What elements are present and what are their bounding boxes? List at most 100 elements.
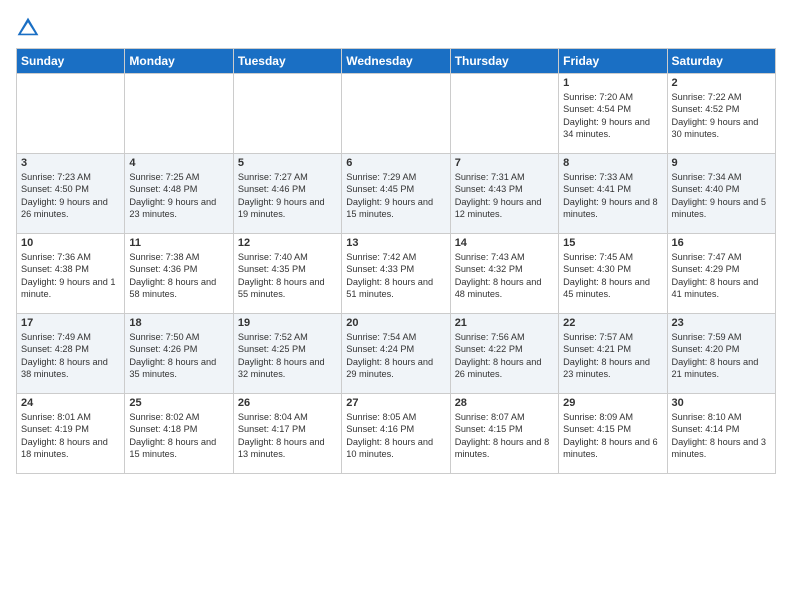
day-number: 8 <box>563 157 662 169</box>
day-number: 18 <box>129 317 228 329</box>
calendar-week-row: 24Sunrise: 8:01 AM Sunset: 4:19 PM Dayli… <box>17 394 776 474</box>
calendar-cell: 23 Sunrise: 7:59 AM Sunset: 4:20 PM Dayli… <box>667 314 775 394</box>
calendar-weekday-header: Monday <box>125 49 233 74</box>
day-number: 27 <box>346 397 445 409</box>
calendar-cell: 30 Sunrise: 8:10 AM Sunset: 4:14 PM Dayli… <box>667 394 775 474</box>
calendar-cell: 24Sunrise: 8:01 AM Sunset: 4:19 PM Dayli… <box>17 394 125 474</box>
calendar-cell: 25Sunrise: 8:02 AM Sunset: 4:18 PM Dayli… <box>125 394 233 474</box>
day-info: Sunrise: 7:40 AM Sunset: 4:35 PM Dayligh… <box>238 251 337 301</box>
day-info: Sunrise: 7:25 AM Sunset: 4:48 PM Dayligh… <box>129 171 228 221</box>
calendar-weekday-header: Thursday <box>450 49 558 74</box>
calendar-cell: 5 Sunrise: 7:27 AM Sunset: 4:46 PM Daylig… <box>233 154 341 234</box>
calendar-cell: 16Sunrise: 7:47 AM Sunset: 4:29 PM Dayli… <box>667 234 775 314</box>
day-number: 28 <box>455 397 554 409</box>
calendar-cell: 13 Sunrise: 7:42 AM Sunset: 4:33 PM Dayli… <box>342 234 450 314</box>
calendar-table: SundayMondayTuesdayWednesdayThursdayFrid… <box>16 48 776 474</box>
day-info: Sunrise: 8:04 AM Sunset: 4:17 PM Dayligh… <box>238 411 337 461</box>
calendar-cell: 15 Sunrise: 7:45 AM Sunset: 4:30 PM Dayli… <box>559 234 667 314</box>
day-number: 5 <box>238 157 337 169</box>
calendar-cell: 28 Sunrise: 8:07 AM Sunset: 4:15 PM Dayli… <box>450 394 558 474</box>
day-info: Sunrise: 7:59 AM Sunset: 4:20 PM Dayligh… <box>672 331 771 381</box>
day-info: Sunrise: 7:23 AM Sunset: 4:50 PM Dayligh… <box>21 171 120 221</box>
calendar-cell: 27 Sunrise: 8:05 AM Sunset: 4:16 PM Dayli… <box>342 394 450 474</box>
calendar-cell: 9 Sunrise: 7:34 AM Sunset: 4:40 PM Daylig… <box>667 154 775 234</box>
calendar-cell: 10 Sunrise: 7:36 AM Sunset: 4:38 PM Dayli… <box>17 234 125 314</box>
day-info: Sunrise: 8:02 AM Sunset: 4:18 PM Dayligh… <box>129 411 228 461</box>
day-info: Sunrise: 7:36 AM Sunset: 4:38 PM Dayligh… <box>21 251 120 301</box>
day-number: 13 <box>346 237 445 249</box>
calendar-week-row: 10 Sunrise: 7:36 AM Sunset: 4:38 PM Dayli… <box>17 234 776 314</box>
calendar-cell: 12 Sunrise: 7:40 AM Sunset: 4:35 PM Dayli… <box>233 234 341 314</box>
calendar-weekday-header: Friday <box>559 49 667 74</box>
day-info: Sunrise: 8:05 AM Sunset: 4:16 PM Dayligh… <box>346 411 445 461</box>
calendar-cell <box>342 74 450 154</box>
calendar-weekday-header: Saturday <box>667 49 775 74</box>
day-info: Sunrise: 7:54 AM Sunset: 4:24 PM Dayligh… <box>346 331 445 381</box>
calendar-cell: 21Sunrise: 7:56 AM Sunset: 4:22 PM Dayli… <box>450 314 558 394</box>
day-number: 1 <box>563 77 662 89</box>
calendar-cell: 22Sunrise: 7:57 AM Sunset: 4:21 PM Dayli… <box>559 314 667 394</box>
day-number: 15 <box>563 237 662 249</box>
day-number: 20 <box>346 317 445 329</box>
calendar-week-row: 1Sunrise: 7:20 AM Sunset: 4:54 PM Daylig… <box>17 74 776 154</box>
day-number: 4 <box>129 157 228 169</box>
calendar-cell: 14 Sunrise: 7:43 AM Sunset: 4:32 PM Dayli… <box>450 234 558 314</box>
day-number: 12 <box>238 237 337 249</box>
calendar-cell: 8 Sunrise: 7:33 AM Sunset: 4:41 PM Daylig… <box>559 154 667 234</box>
day-number: 3 <box>21 157 120 169</box>
logo-icon <box>16 16 40 40</box>
day-number: 24 <box>21 397 120 409</box>
calendar-cell: 29 Sunrise: 8:09 AM Sunset: 4:15 PM Dayli… <box>559 394 667 474</box>
day-number: 2 <box>672 77 771 89</box>
day-number: 29 <box>563 397 662 409</box>
day-number: 23 <box>672 317 771 329</box>
day-number: 30 <box>672 397 771 409</box>
day-info: Sunrise: 7:38 AM Sunset: 4:36 PM Dayligh… <box>129 251 228 301</box>
day-number: 11 <box>129 237 228 249</box>
calendar-cell: 2 Sunrise: 7:22 AM Sunset: 4:52 PM Daylig… <box>667 74 775 154</box>
calendar-cell: 19 Sunrise: 7:52 AM Sunset: 4:25 PM Dayli… <box>233 314 341 394</box>
day-info: Sunrise: 7:50 AM Sunset: 4:26 PM Dayligh… <box>129 331 228 381</box>
day-info: Sunrise: 8:09 AM Sunset: 4:15 PM Dayligh… <box>563 411 662 461</box>
calendar-cell <box>450 74 558 154</box>
day-info: Sunrise: 7:33 AM Sunset: 4:41 PM Dayligh… <box>563 171 662 221</box>
day-info: Sunrise: 7:52 AM Sunset: 4:25 PM Dayligh… <box>238 331 337 381</box>
calendar-cell: 18 Sunrise: 7:50 AM Sunset: 4:26 PM Dayli… <box>125 314 233 394</box>
day-info: Sunrise: 7:57 AM Sunset: 4:21 PM Dayligh… <box>563 331 662 381</box>
day-info: Sunrise: 7:22 AM Sunset: 4:52 PM Dayligh… <box>672 91 771 141</box>
day-number: 7 <box>455 157 554 169</box>
day-info: Sunrise: 8:10 AM Sunset: 4:14 PM Dayligh… <box>672 411 771 461</box>
day-info: Sunrise: 7:42 AM Sunset: 4:33 PM Dayligh… <box>346 251 445 301</box>
day-number: 17 <box>21 317 120 329</box>
day-info: Sunrise: 7:27 AM Sunset: 4:46 PM Dayligh… <box>238 171 337 221</box>
calendar-cell: 17 Sunrise: 7:49 AM Sunset: 4:28 PM Dayli… <box>17 314 125 394</box>
day-number: 21 <box>455 317 554 329</box>
calendar-weekday-header: Wednesday <box>342 49 450 74</box>
day-info: Sunrise: 7:29 AM Sunset: 4:45 PM Dayligh… <box>346 171 445 221</box>
calendar-weekday-header: Sunday <box>17 49 125 74</box>
day-info: Sunrise: 7:49 AM Sunset: 4:28 PM Dayligh… <box>21 331 120 381</box>
day-info: Sunrise: 7:31 AM Sunset: 4:43 PM Dayligh… <box>455 171 554 221</box>
calendar-cell <box>17 74 125 154</box>
calendar-cell: 4 Sunrise: 7:25 AM Sunset: 4:48 PM Daylig… <box>125 154 233 234</box>
day-info: Sunrise: 7:43 AM Sunset: 4:32 PM Dayligh… <box>455 251 554 301</box>
calendar-week-row: 3 Sunrise: 7:23 AM Sunset: 4:50 PM Daylig… <box>17 154 776 234</box>
calendar-cell: 1Sunrise: 7:20 AM Sunset: 4:54 PM Daylig… <box>559 74 667 154</box>
calendar-cell: 11 Sunrise: 7:38 AM Sunset: 4:36 PM Dayli… <box>125 234 233 314</box>
calendar-cell: 6 Sunrise: 7:29 AM Sunset: 4:45 PM Daylig… <box>342 154 450 234</box>
day-number: 10 <box>21 237 120 249</box>
page-header <box>16 16 776 40</box>
calendar-cell <box>233 74 341 154</box>
day-info: Sunrise: 7:47 AM Sunset: 4:29 PM Dayligh… <box>672 251 771 301</box>
calendar-week-row: 17 Sunrise: 7:49 AM Sunset: 4:28 PM Dayli… <box>17 314 776 394</box>
day-number: 6 <box>346 157 445 169</box>
day-info: Sunrise: 7:34 AM Sunset: 4:40 PM Dayligh… <box>672 171 771 221</box>
calendar-cell <box>125 74 233 154</box>
day-info: Sunrise: 8:07 AM Sunset: 4:15 PM Dayligh… <box>455 411 554 461</box>
day-number: 9 <box>672 157 771 169</box>
day-number: 14 <box>455 237 554 249</box>
calendar-cell: 20 Sunrise: 7:54 AM Sunset: 4:24 PM Dayli… <box>342 314 450 394</box>
day-number: 19 <box>238 317 337 329</box>
calendar-weekday-header: Tuesday <box>233 49 341 74</box>
day-info: Sunrise: 7:45 AM Sunset: 4:30 PM Dayligh… <box>563 251 662 301</box>
